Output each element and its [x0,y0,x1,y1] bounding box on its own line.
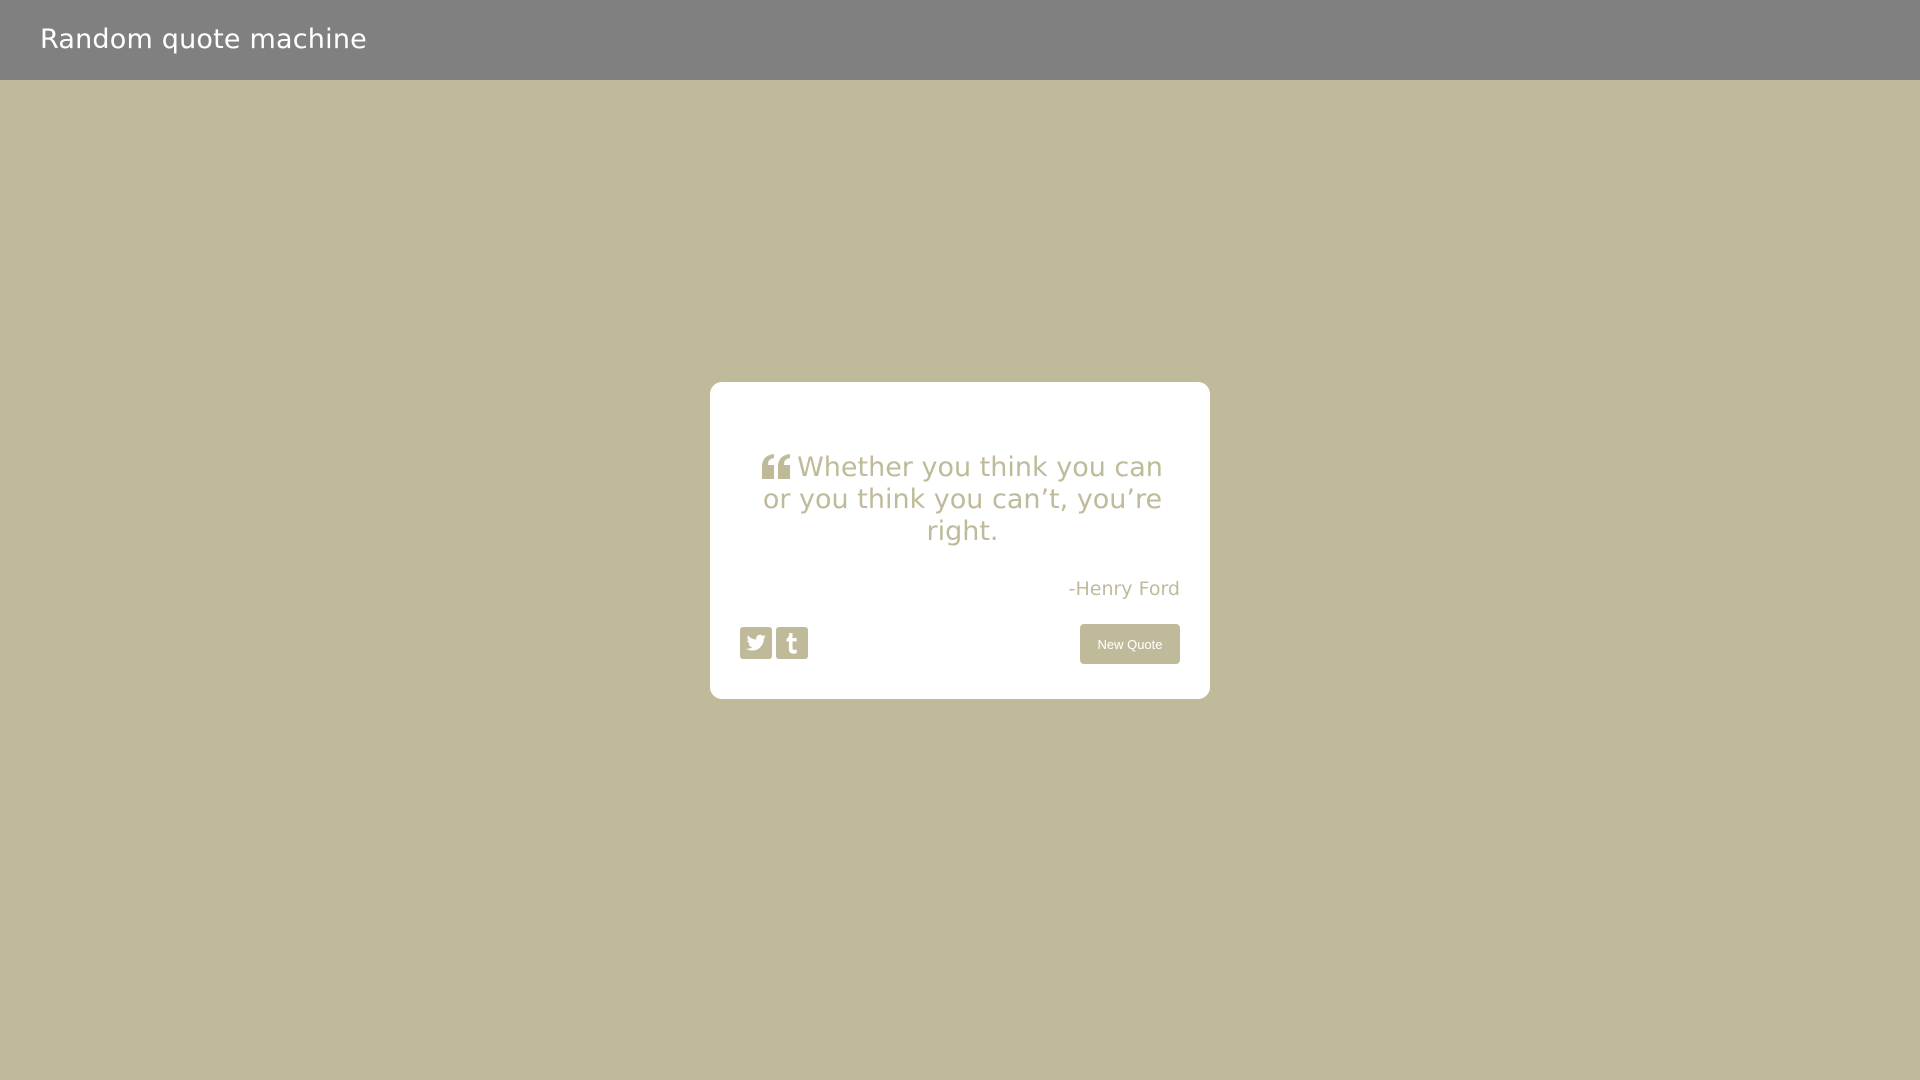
quote-left-icon [762,454,791,479]
tweet-button[interactable] [740,627,772,659]
tumblr-button[interactable] [776,627,808,659]
quote-text: Whether you think you can or you think y… [762,452,1163,547]
app-title: Random quote machine [40,24,367,55]
new-quote-button[interactable]: New Quote [1080,624,1180,664]
quote-author: -Henry Ford [1068,578,1180,600]
tumblr-icon [786,633,797,654]
top-bar: Random quote machine [0,0,1920,80]
quote-block: Whether you think you can or you think y… [755,452,1170,548]
quote-box: Whether you think you can or you think y… [710,382,1210,699]
twitter-icon [746,634,766,651]
